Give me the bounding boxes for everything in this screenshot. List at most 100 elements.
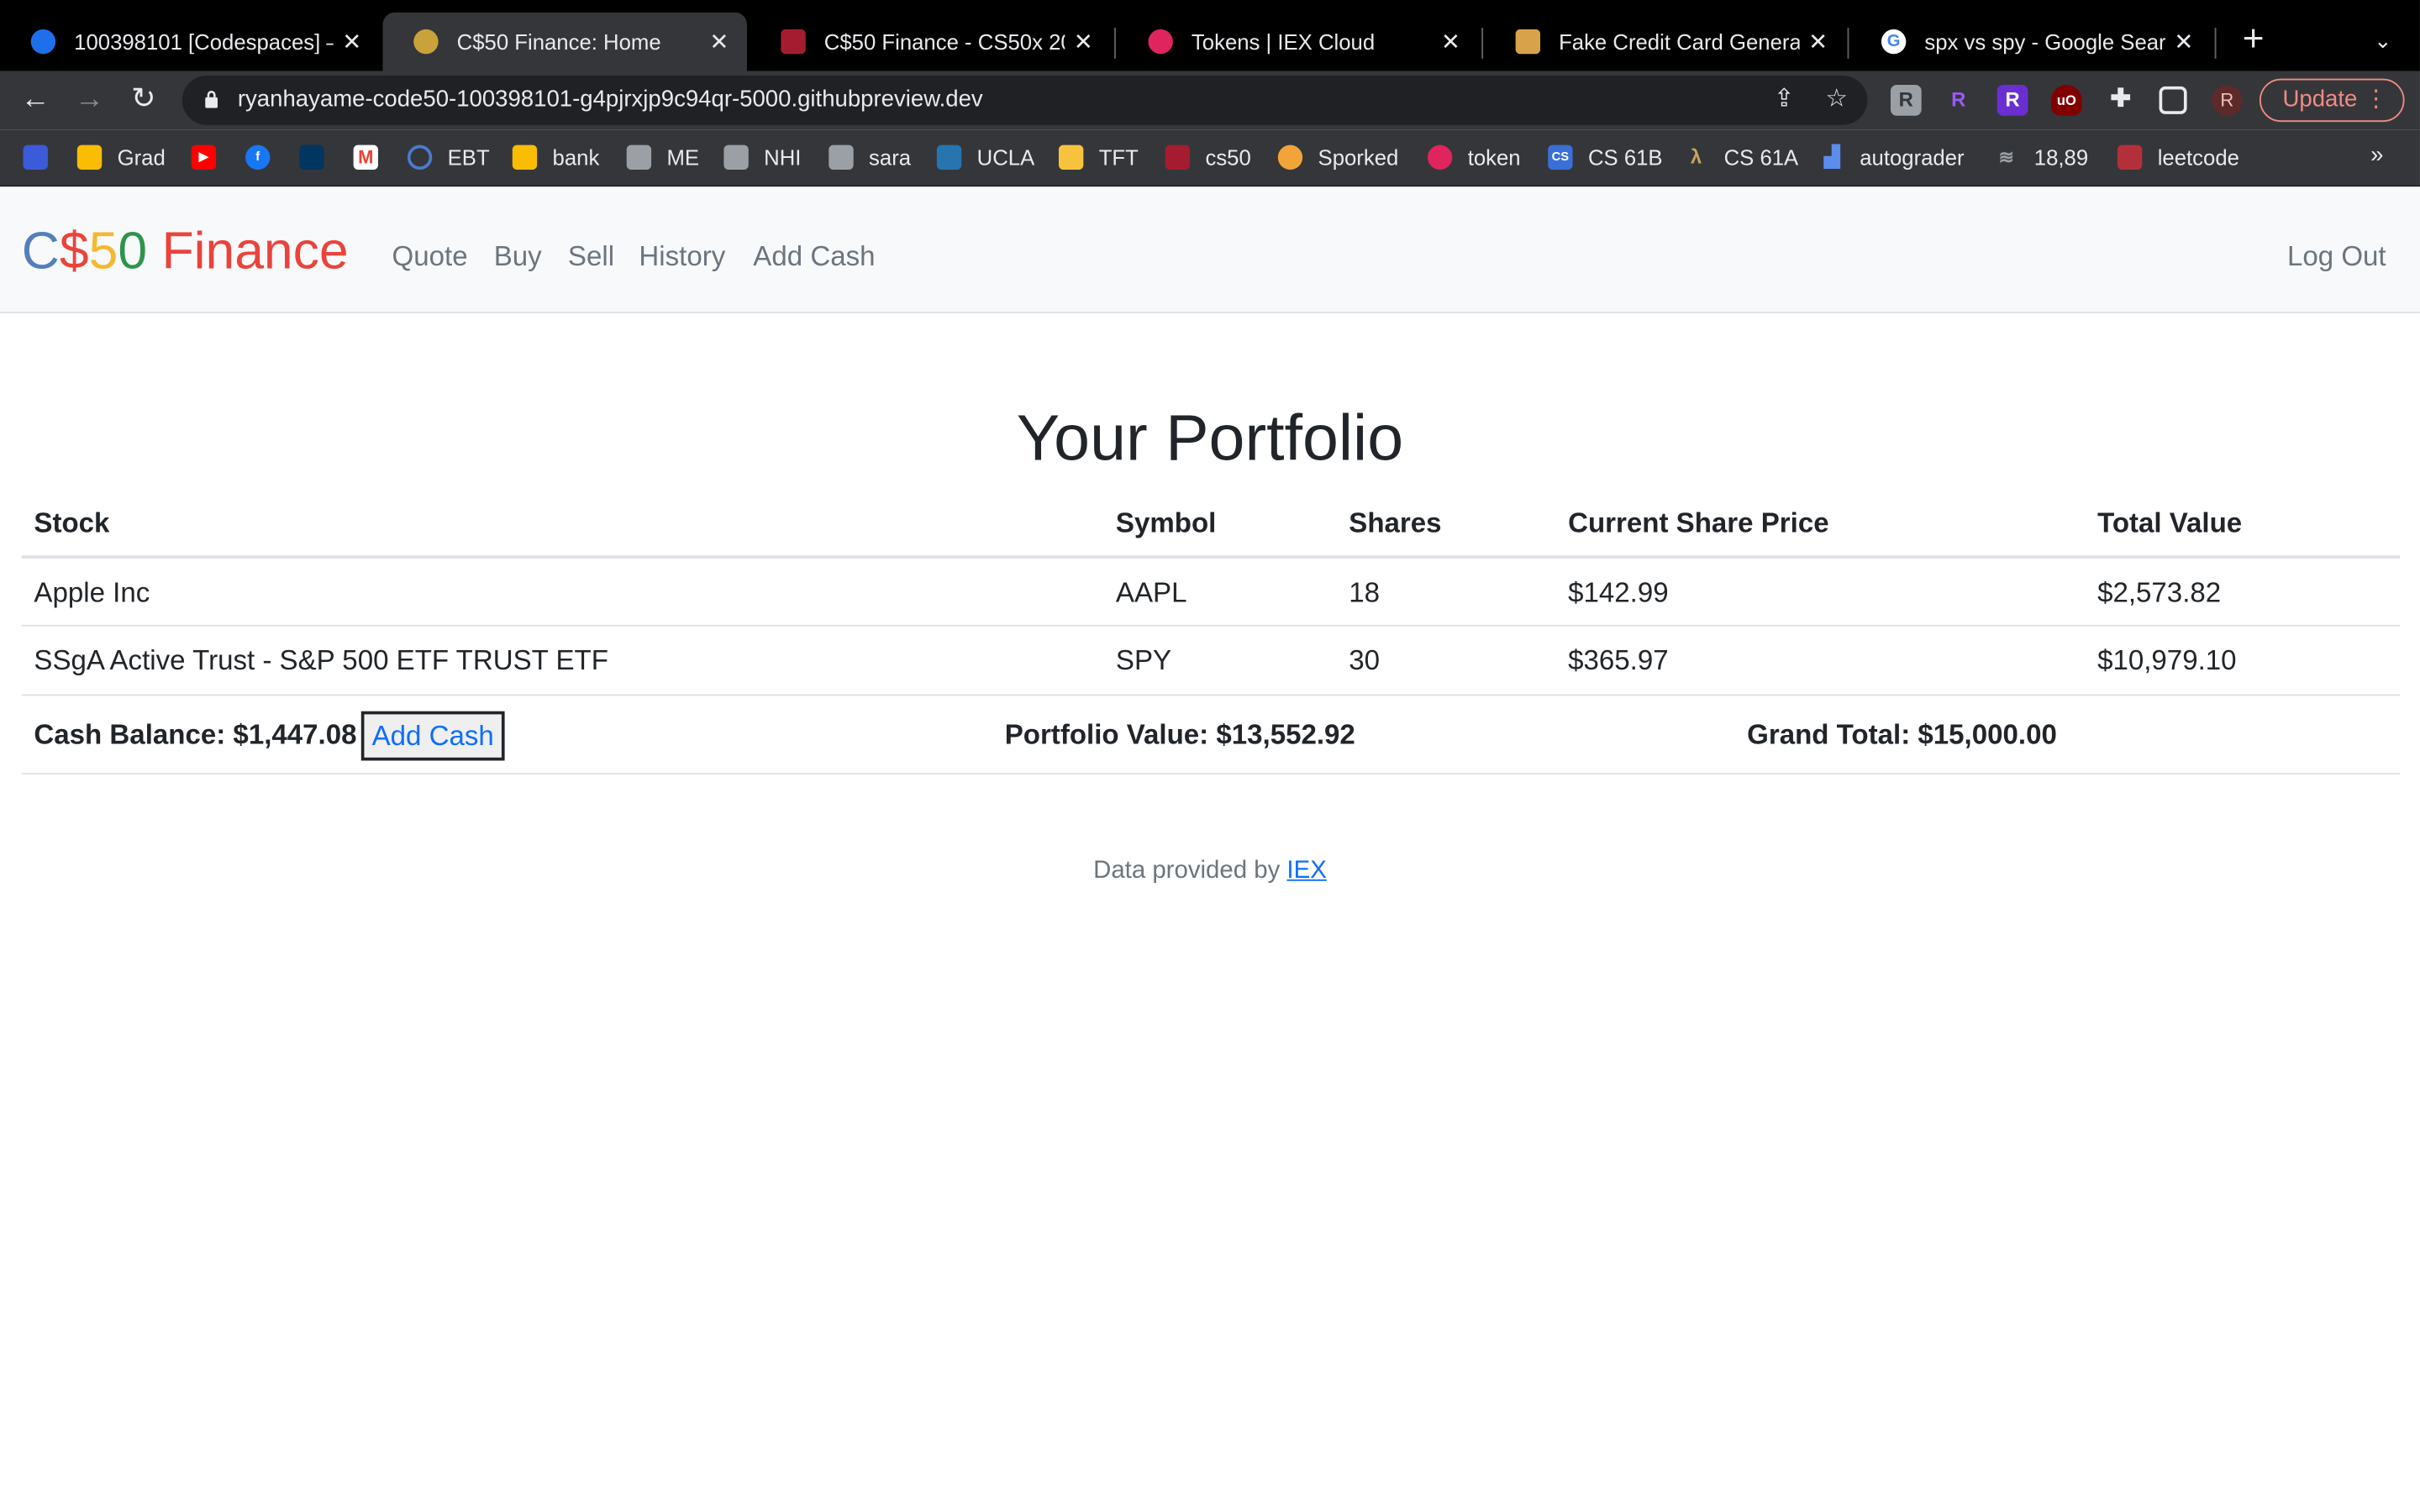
bookmark-bank[interactable]: bank (512, 142, 600, 173)
side-panel-icon[interactable] (2159, 86, 2187, 114)
address-bar[interactable]: ryanhayame-code50-100398101-g4pjrxjp9c94… (182, 75, 1868, 125)
page-title: Your Portfolio (1016, 401, 1404, 474)
extension-r-icon[interactable]: R (1890, 85, 1922, 116)
more-options-icon[interactable]: ⋮ (2365, 81, 2388, 121)
tab-title: Tokens | IEX Cloud (1191, 29, 1376, 55)
credit-card-icon (1515, 29, 1541, 55)
bookmark-ucsb[interactable] (299, 142, 339, 173)
bookmark-label: sara (869, 144, 912, 171)
profile-avatar[interactable]: R (2211, 85, 2243, 116)
cell-stock: Apple Inc (34, 576, 150, 608)
url-text[interactable]: ryanhayame-code50-100398101-g4pjrxjp9c94… (238, 76, 983, 125)
bookmark-tft[interactable]: TFT (1058, 142, 1139, 173)
header-stock: Stock (34, 507, 110, 539)
back-arrow-icon[interactable]: ← (13, 77, 59, 123)
bookmark-ucla[interactable]: UCLA (936, 142, 1034, 173)
table-row: Apple Inc AAPL 18 $142.99 $2,573.82 (21, 559, 2401, 627)
bookmark-label: EBT (447, 144, 490, 171)
close-icon[interactable]: ✕ (2165, 28, 2202, 55)
bookmark-ebt[interactable]: EBT (407, 142, 490, 173)
facebook-icon: f (245, 144, 271, 171)
tab-separator (1847, 28, 1849, 59)
nav-add-cash[interactable]: Add Cash (753, 241, 875, 274)
bookmark-cs50[interactable]: cs50 (1165, 142, 1251, 173)
google-drive-icon (76, 144, 103, 171)
ucla-icon (936, 144, 962, 171)
brand-logo[interactable]: C$50 Finance (22, 221, 349, 282)
tab-strip: 100398101 [Codespaces] – ✕ C$50 Finance:… (0, 0, 2420, 71)
reload-icon[interactable]: ↻ (120, 77, 166, 123)
bookmark-1889[interactable]: ≋ 18,89 (1994, 142, 2088, 173)
app-navbar: C$50 Finance Quote Buy Sell History Add … (0, 186, 2420, 313)
bookmark-youtube[interactable]: ▶ (191, 142, 232, 173)
update-label: Update (2282, 86, 2358, 113)
extension-r-italic-icon[interactable]: R (1996, 85, 2028, 116)
cash-balance: Cash Balance: $1,447.08 (34, 718, 357, 750)
close-icon[interactable]: ✕ (334, 28, 371, 55)
bookmark-gmail[interactable]: M (353, 142, 394, 173)
bookmark-grad[interactable]: Grad (76, 142, 166, 173)
bookmark-nhi[interactable]: NHI (723, 142, 801, 173)
bookmark-flickr[interactable] (23, 142, 64, 173)
cell-symbol: SPY (1115, 644, 1172, 676)
close-icon[interactable]: ✕ (701, 28, 738, 55)
youtube-icon: ▶ (191, 144, 217, 171)
cell-shares: 30 (1349, 644, 1381, 676)
flickr-icon (23, 144, 48, 171)
circle-icon (407, 144, 433, 171)
brand-c: C (21, 222, 60, 281)
nav-sell[interactable]: Sell (568, 241, 614, 274)
tab-codespaces[interactable]: 100398101 [Codespaces] – ✕ (0, 13, 380, 71)
nav-log-out[interactable]: Log Out (2287, 241, 2386, 274)
bookmark-me[interactable]: ME (626, 142, 699, 173)
bookmark-label: Sporked (1318, 144, 1399, 171)
bookmark-label: CS 61B (1587, 144, 1663, 171)
tab-title: spx vs spy - Google Search (1924, 29, 2165, 55)
add-cash-button[interactable]: Add Cash (360, 711, 505, 761)
cell-total: $10,979.10 (2097, 644, 2237, 676)
tab-finance-home[interactable]: C$50 Finance: Home ✕ (382, 12, 747, 71)
ublock-origin-icon[interactable]: uO (2050, 85, 2082, 116)
forward-arrow-icon[interactable]: → (66, 77, 113, 123)
tab-separator (1481, 28, 1484, 59)
close-icon[interactable]: ✕ (1432, 28, 1469, 55)
bookmark-sporked[interactable]: Sporked (1277, 142, 1399, 173)
cs-icon: CS (1548, 144, 1573, 171)
extension-r-purple-icon[interactable]: R (1943, 85, 1974, 116)
tab-fake-credit-card[interactable]: Fake Credit Card Generator ✕ (1485, 13, 1846, 71)
update-button[interactable]: Update ⋮ (2259, 78, 2405, 123)
iex-link[interactable]: IEX (1286, 858, 1326, 884)
extensions-puzzle-icon[interactable]: ✚ (2105, 85, 2136, 116)
tab-title: C$50 Finance: Home (456, 29, 661, 55)
nav-quote[interactable]: Quote (392, 241, 468, 274)
bookmark-leetcode[interactable]: leetcode (2117, 142, 2239, 173)
google-drive-icon (512, 144, 538, 171)
new-tab-button[interactable]: + (2232, 18, 2275, 61)
tab-google-search[interactable]: G spx vs spy - Google Search ✕ (1850, 13, 2212, 71)
bookmark-cs61a[interactable]: λ CS 61A (1683, 142, 1798, 173)
tab-iex-tokens[interactable]: Tokens | IEX Cloud ✕ (1118, 13, 1479, 71)
share-icon[interactable]: ⇪ (1767, 83, 1801, 117)
close-icon[interactable]: ✕ (1800, 28, 1837, 55)
bookmark-label: bank (552, 144, 600, 171)
bookmark-label: 18,89 (2033, 144, 2089, 171)
table-row: SSgA Active Trust - S&P 500 ETF TRUST ET… (21, 627, 2401, 696)
folder-icon (1058, 144, 1084, 171)
nav-history[interactable]: History (639, 241, 725, 274)
ucsb-icon (299, 144, 324, 171)
bookmark-facebook[interactable]: f (245, 142, 286, 173)
cell-stock: SSgA Active Trust - S&P 500 ETF TRUST ET… (34, 644, 608, 676)
bookmark-autograder[interactable]: ▟ autograder (1819, 142, 1965, 173)
tab-search-chevron-icon[interactable]: ⌄ (2361, 22, 2404, 59)
credit-text: Data provided by (1093, 858, 1287, 885)
header-symbol: Symbol (1115, 507, 1217, 539)
tab-cs50x[interactable]: C$50 Finance - CS50x 202 ✕ (750, 13, 1112, 71)
nav-buy[interactable]: Buy (494, 241, 542, 274)
more-bookmarks-chevron-icon[interactable]: » (2370, 142, 2383, 168)
bookmark-star-icon[interactable]: ☆ (1819, 83, 1853, 117)
bookmark-cs61b[interactable]: CS CS 61B (1548, 142, 1663, 173)
close-icon[interactable]: ✕ (1065, 28, 1102, 55)
bookmark-token[interactable]: token (1427, 142, 1521, 173)
cell-symbol: AAPL (1115, 576, 1187, 608)
bookmark-sara[interactable]: sara (829, 142, 911, 173)
